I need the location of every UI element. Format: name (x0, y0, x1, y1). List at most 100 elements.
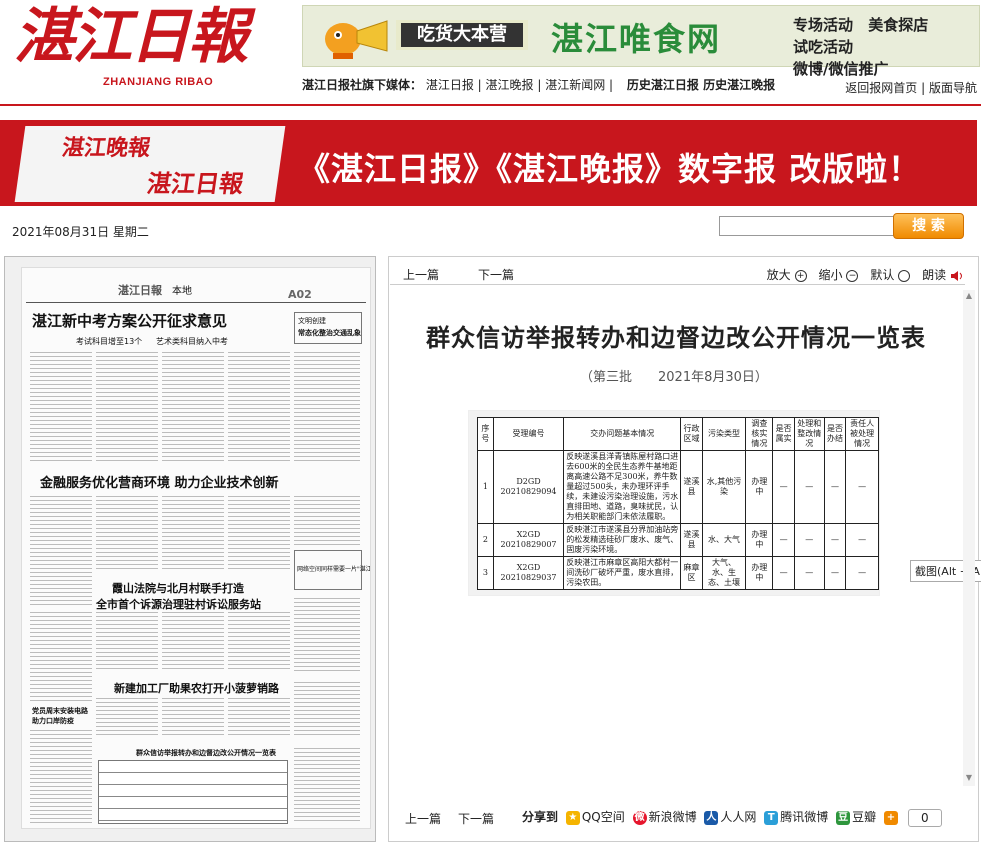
next-article-link[interactable]: 下一篇 (478, 266, 514, 283)
thumb-masthead: 湛江日報 (118, 282, 162, 298)
table-cell: 办理中 (746, 557, 773, 590)
zoom-tools: 放大+ 缩小− 默认 朗读 (759, 266, 964, 283)
thumb-text-block (228, 612, 290, 672)
share-tencent-weibo[interactable]: 腾讯微博 (780, 810, 828, 824)
prev-article-link[interactable]: 上一篇 (403, 266, 439, 283)
tencent-weibo-icon[interactable]: T (764, 811, 778, 825)
banner-text: 《湛江日报》《湛江晚报》数字报 改版啦！ (298, 144, 921, 190)
ad-banner[interactable]: 吃货大本营 湛江唯食网 专场活动 美食探店 试吃活动 微博/微信推广 (302, 5, 980, 67)
zoom-in-button[interactable]: 放大+ (763, 268, 807, 282)
site-logo-pinyin: ZHANJIANG RIBAO (103, 76, 213, 88)
thumb-text-block (96, 352, 158, 462)
table-cell: — (794, 557, 824, 590)
read-aloud-button[interactable]: 朗读 (918, 268, 964, 282)
thumb-subhead: 党员周末安装电路 助力口岸防疫 (32, 706, 92, 726)
ad-link[interactable]: 美食探店 (868, 14, 928, 36)
thumb-headline[interactable]: 新建加工厂助果农打开小菠萝销路 (114, 680, 279, 696)
media-link-news[interactable]: 湛江新闻网 (545, 78, 605, 92)
table-cell: 反映遂溪县洋青镇陈屋村路口进去600米的全民生态养牛基地距离高速公路不足300米… (564, 451, 681, 524)
table-cell: — (794, 524, 824, 557)
thumb-headline[interactable]: 全市首个诉源治理驻村诉讼服务站 (96, 596, 261, 612)
history-links[interactable]: 历史湛江日报 历史湛江晚报 (627, 78, 775, 92)
qzone-icon[interactable]: ★ (566, 811, 580, 825)
share-douban[interactable]: 豆瓣 (852, 810, 876, 824)
thumb-headline[interactable]: 湛江新中考方案公开征求意见 (32, 310, 227, 331)
ad-site-name[interactable]: 湛江唯食网 (551, 14, 721, 60)
ad-links: 专场活动 美食探店 试吃活动 微博/微信推广 (793, 14, 973, 80)
promo-banner[interactable]: 湛江晚報 湛江日報 《湛江日报》《湛江晚报》数字报 改版啦！ (0, 120, 977, 206)
table-cell: 办理中 (746, 524, 773, 557)
thumb-text-block (30, 612, 92, 702)
thumb-text-block (30, 730, 92, 824)
site-logo[interactable]: 湛江日報 (14, 2, 284, 72)
speaker-icon (950, 270, 964, 282)
more-share-icon[interactable]: + (884, 811, 898, 825)
viewer-footer: 上一篇 下一篇 分享到 ★QQ空间 微新浪微博 人人人网 T腾讯微博 豆豆瓣 +… (400, 808, 972, 828)
thumb-subhead: 网络空间同样需要一片"湛江蓝" (297, 564, 371, 573)
thumb-headline[interactable]: 霞山法院与北月村联手打造 (112, 580, 244, 596)
thumb-headline[interactable]: 群众信访举报转办和边督边改公开情况一览表 (136, 748, 276, 758)
table-cell: 办理中 (746, 451, 773, 524)
renren-icon[interactable]: 人 (704, 811, 718, 825)
media-link-zjwb[interactable]: 湛江晚报 (486, 78, 534, 92)
ad-link[interactable]: 微博/微信推广 (793, 58, 888, 80)
next-article-link-bottom[interactable]: 下一篇 (458, 810, 494, 827)
table-cell: 遂溪县 (681, 451, 702, 524)
thumb-rule (26, 302, 366, 303)
thumb-text-block (162, 612, 224, 672)
table-cell: — (824, 524, 845, 557)
table-header: 是否办结 (824, 418, 845, 451)
header-divider (0, 104, 981, 106)
scroll-up-icon[interactable]: ▲ (963, 290, 975, 302)
table-cell: 反映湛江市遂溪县分界加油站旁的松发精选硅砂厂废水、废气、固废污染环境。 (564, 524, 681, 557)
circle-icon (898, 270, 910, 282)
search-input[interactable] (719, 216, 897, 236)
thumb-text-block (294, 352, 360, 462)
top-nav: 返回报网首页 | 版面导航 (845, 79, 977, 96)
page-nav-link[interactable]: 版面导航 (929, 81, 977, 95)
thumb-subhead: 艺术类科目纳入中考 (156, 336, 228, 347)
share-label: 分享到 (522, 810, 558, 824)
thumb-text-block (30, 496, 92, 606)
thumb-subhead: 考试科目增至13个 (76, 336, 142, 347)
table-cell: — (773, 451, 794, 524)
ad-link[interactable]: 专场活动 (793, 14, 853, 36)
table-cell: 水、大气 (702, 524, 746, 557)
zoom-out-button[interactable]: 缩小− (814, 268, 858, 282)
share-qzone[interactable]: QQ空间 (582, 810, 625, 824)
thumb-subhead: 文明创建 (298, 316, 326, 326)
thumb-text-block (228, 352, 290, 462)
thumb-subhead: 常态化整治交通乱象 (298, 328, 361, 338)
read-aloud-label: 朗读 (922, 268, 946, 282)
thumb-headline[interactable]: 金融服务优化营商环境 助力企业技术创新 (40, 472, 279, 491)
zoom-out-label: 缩小 (818, 268, 842, 282)
table-cell: X2GD 20210829037 (493, 557, 563, 590)
douban-icon[interactable]: 豆 (836, 811, 850, 825)
thumb-text-block (162, 496, 224, 572)
article-scrollbar[interactable] (963, 290, 975, 786)
home-link[interactable]: 返回报网首页 (845, 81, 917, 95)
table-cell: — (846, 557, 879, 590)
table-cell: 反映湛江市麻章区高阳大都村一间洗砂厂破坏严重，废水直排，污染农田。 (564, 557, 681, 590)
table-header: 交办问题基本情况 (564, 418, 681, 451)
search-button-label: 搜 索 (912, 218, 945, 234)
media-link-zjrb[interactable]: 湛江日报 (426, 78, 474, 92)
ad-link[interactable]: 试吃活动 (793, 36, 853, 58)
thumb-text-block (294, 748, 360, 822)
table-header: 行政区域 (681, 418, 702, 451)
search-button[interactable]: 搜 索 (893, 213, 964, 239)
default-size-button[interactable]: 默认 (866, 268, 910, 282)
weibo-icon[interactable]: 微 (633, 811, 647, 825)
table-header: 序号 (478, 418, 494, 451)
article-table-image[interactable]: 序号 受理编号 交办问题基本情况 行政区域 污染类型 调查核实情况 是否属实 处… (468, 410, 880, 596)
scroll-down-icon[interactable]: ▼ (963, 772, 975, 784)
share-count: 0 (908, 809, 942, 827)
share-renren[interactable]: 人人网 (720, 810, 756, 824)
prev-article-link-bottom[interactable]: 上一篇 (405, 810, 441, 827)
table-cell: X2GD 20210829007 (493, 524, 563, 557)
page-thumbnail[interactable]: 湛江日報 本地 A02 湛江新中考方案公开征求意见 考试科目增至13个 艺术类科… (21, 267, 371, 829)
thumb-text-block (96, 612, 158, 672)
share-weibo[interactable]: 新浪微博 (649, 810, 697, 824)
table-cell: 1 (478, 451, 494, 524)
table-row: 2 X2GD 20210829007 反映湛江市遂溪县分界加油站旁的松发精选硅砂… (478, 524, 879, 557)
